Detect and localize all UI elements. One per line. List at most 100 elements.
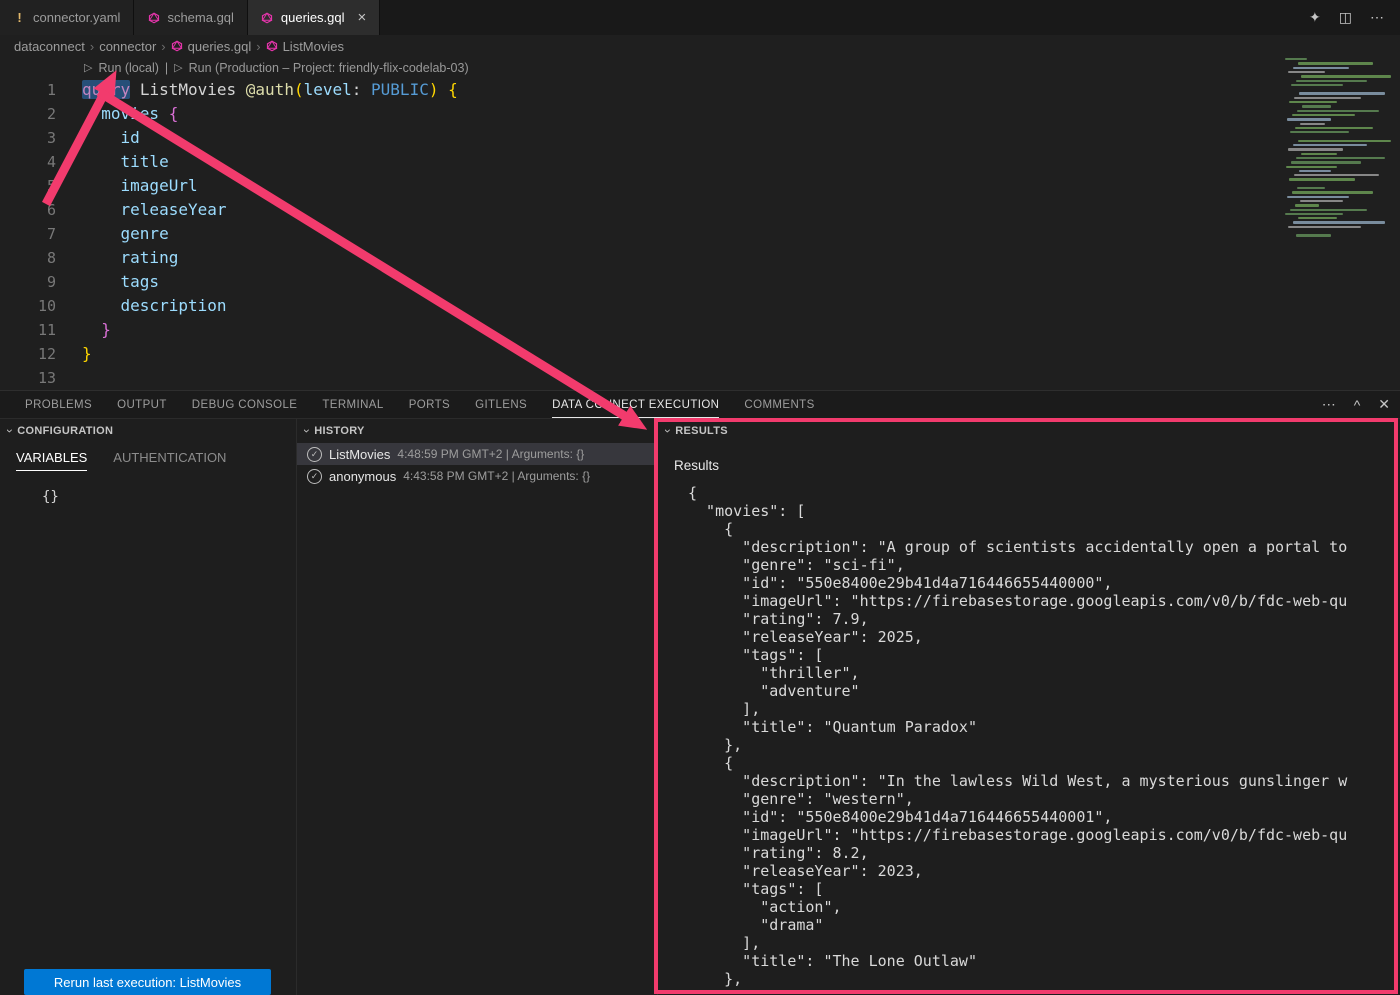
editor-tab-schema.gql[interactable]: schema.gql [134,0,247,35]
panel-tab-gitlens[interactable]: GITLENS [475,391,527,418]
minimap-line [1297,187,1325,189]
panel-tab-comments[interactable]: COMMENTS [744,391,814,418]
code-line[interactable]: 9 tags [0,270,1400,294]
result-json-line: "id": "550e8400e29b41d4a716446655440000"… [688,574,1400,592]
graphql-icon [261,12,274,24]
configuration-header[interactable]: › CONFIGURATION [0,419,296,443]
tab-variables[interactable]: VARIABLES [16,450,87,471]
history-item[interactable]: ✓ListMovies4:48:59 PM GMT+2 | Arguments:… [297,443,657,465]
code-line[interactable]: 6 releaseYear [0,198,1400,222]
minimap-line [1296,234,1331,236]
panel-tab-output[interactable]: OUTPUT [117,391,167,418]
editor-tab-queries.gql[interactable]: queries.gql × [248,0,380,35]
code-line[interactable]: 7 genre [0,222,1400,246]
more-actions-icon[interactable]: ⋯ [1370,9,1384,26]
minimap-line [1292,191,1373,193]
minimap-line [1293,221,1385,223]
history-header[interactable]: › HISTORY [297,419,657,443]
panel-maximize-icon[interactable]: ^ [1354,397,1361,413]
minimap-line [1290,131,1349,133]
result-json-line: "genre": "sci-fi", [688,556,1400,574]
result-json-line: "tags": [ [688,646,1400,664]
sparkle-icon[interactable]: ✦ [1309,9,1321,26]
result-json-line: "rating": 7.9, [688,610,1400,628]
result-json-line: { [688,520,1400,538]
results-section[interactable]: › RESULTS Results { "movies": [ { "descr… [658,419,1400,995]
variables-editor[interactable]: {} [42,489,296,505]
breadcrumb-item-connector[interactable]: connector [99,39,156,54]
code-line[interactable]: 3 id [0,126,1400,150]
chevron-down-icon: › [661,429,675,433]
editor-tab-connector.yaml[interactable]: !connector.yaml [0,0,134,35]
history-item-meta: 4:43:58 PM GMT+2 | Arguments: {} [403,469,590,483]
panel-tab-ports[interactable]: PORTS [409,391,450,418]
code-line[interactable]: 1query ListMovies @auth(level: PUBLIC) { [0,78,1400,102]
code-line[interactable]: 4 title [0,150,1400,174]
panel-tab-problems[interactable]: PROBLEMS [25,391,92,418]
result-json-line: "action", [688,898,1400,916]
run-local-link[interactable]: Run (local) [98,61,158,75]
panel-tab-terminal[interactable]: TERMINAL [322,391,383,418]
code-text: movies { [82,102,178,126]
results-header-label: RESULTS [675,425,728,437]
minimap-line [1302,105,1331,107]
line-number: 12 [0,342,56,366]
result-json-line: "drama" [688,916,1400,934]
minimap-line [1293,67,1349,69]
minimap-line [1287,118,1331,120]
editor-tabs: !connector.yamlschema.gql queries.gql × [0,0,380,35]
code-line[interactable]: 2 movies { [0,102,1400,126]
line-number: 4 [0,150,56,174]
minimap-line [1301,153,1337,155]
code-text: } [82,342,92,366]
code-line[interactable]: 11 } [0,318,1400,342]
minimap-line [1301,75,1391,77]
code-line[interactable]: 13 [0,366,1400,390]
bottom-panel: PROBLEMS OUTPUT DEBUG CONSOLE TERMINAL PORTS… [0,390,1400,995]
minimap-line [1285,213,1343,215]
line-number: 6 [0,198,56,222]
line-number: 8 [0,246,56,270]
warning-icon: ! [13,10,26,25]
result-json-line: "thriller", [688,664,1400,682]
code-editor[interactable]: ▷ Run (local) | ▷ Run (Production – Proj… [0,57,1400,390]
panel-more-icon[interactable]: ⋯ [1322,396,1336,413]
history-item[interactable]: ✓anonymous4:43:58 PM GMT+2 | Arguments: … [297,465,657,487]
line-number: 3 [0,126,56,150]
breadcrumb-separator: › [161,39,165,54]
tab-authentication[interactable]: AUTHENTICATION [113,450,226,471]
results-json: { "movies": [ { "description": "A group … [688,484,1400,988]
minimap-line [1300,123,1325,125]
editor-tab-label: queries.gql [281,10,345,25]
panel-close-icon[interactable]: ✕ [1378,396,1390,413]
panel-tab-debug-console[interactable]: DEBUG CONSOLE [192,391,298,418]
code-line[interactable]: 10 description [0,294,1400,318]
results-header[interactable]: › RESULTS [658,419,1400,443]
code-line[interactable]: 5 imageUrl [0,174,1400,198]
result-json-line: { [688,754,1400,772]
close-tab-icon[interactable]: × [358,10,367,25]
graphql-icon [171,40,184,52]
breadcrumb-item-dataconnect[interactable]: dataconnect [14,39,85,54]
line-number: 10 [0,294,56,318]
result-json-line: ], [688,700,1400,718]
chevron-down-icon: › [300,429,314,433]
run-production-link[interactable]: Run (Production – Project: friendly-flix… [189,61,469,75]
panel-tab-data-connect-execution[interactable]: DATA CONNECT EXECUTION [552,391,719,418]
line-number: 13 [0,366,56,390]
result-json-line: "imageUrl": "https://firebasestorage.goo… [688,826,1400,844]
code-line[interactable]: 8 rating [0,246,1400,270]
minimap[interactable] [1283,58,1400,244]
breadcrumb-item-queries.gql[interactable]: queries.gql [171,39,252,54]
rerun-button[interactable]: Rerun last execution: ListMovies [24,969,271,995]
result-json-line: "imageUrl": "https://firebasestorage.goo… [688,592,1400,610]
line-number: 1 [0,78,56,102]
minimap-line [1295,127,1373,129]
minimap-line [1290,209,1367,211]
graphql-icon [147,12,160,24]
split-editor-icon[interactable]: ◫ [1339,9,1352,26]
minimap-line [1297,110,1379,112]
breadcrumb-item-ListMovies[interactable]: ListMovies [266,39,344,54]
breadcrumb-separator: › [90,39,94,54]
code-line[interactable]: 12} [0,342,1400,366]
